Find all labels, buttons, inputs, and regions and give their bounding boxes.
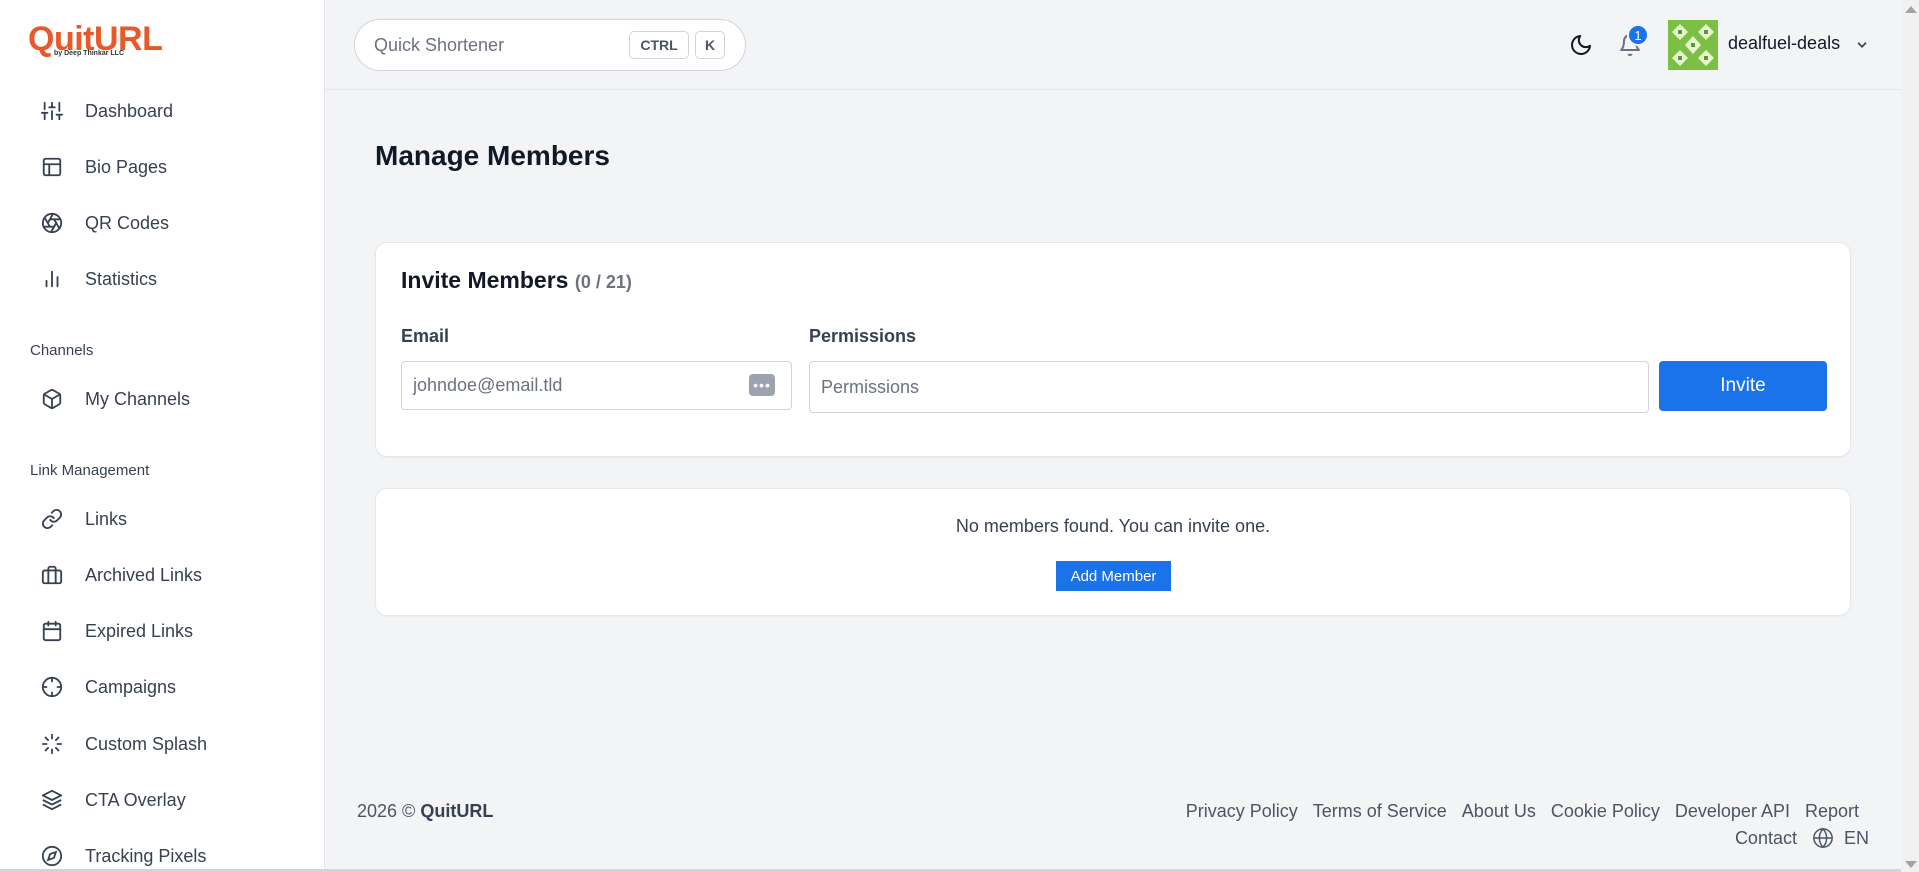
footer-link-terms[interactable]: Terms of Service [1313,801,1447,822]
scroll-down-icon[interactable] [1905,861,1917,868]
email-placeholder: johndoe@email.tld [413,375,563,395]
footer-link-about[interactable]: About Us [1462,801,1536,822]
language-selector[interactable]: EN [1844,828,1869,849]
page-title: Manage Members [375,140,610,171]
section-title-channels: Channels [30,342,94,359]
footer-link-contact[interactable]: Contact [1735,828,1797,849]
footer-link-privacy[interactable]: Privacy Policy [1186,801,1298,822]
footer-link-report[interactable]: Report [1805,801,1859,822]
members-empty-card: No members found. You can invite one. Ad… [375,488,1851,616]
invite-card-title: Invite Members (0 / 21) [401,267,632,294]
sidebar-item-label: Expired Links [85,620,194,641]
link-icon [40,507,64,531]
more-dots-icon[interactable]: ••• [749,374,775,396]
sidebar-item-my-channels[interactable]: My Channels [40,384,190,414]
sidebar-item-label: Archived Links [85,564,203,585]
sidebar-item-expired-links[interactable]: Expired Links [40,616,193,646]
kbd-k: K [695,31,725,59]
logo[interactable]: QuitURL by Deep Thinkar LLC [28,22,163,57]
sidebar-item-bio-pages[interactable]: Bio Pages [40,152,167,182]
footer-row2: Contact EN [1735,827,1869,849]
sidebar-item-links[interactable]: Links [40,504,127,534]
username[interactable]: dealfuel-deals [1728,33,1840,54]
sidebar-item-campaigns[interactable]: Campaigns [40,672,176,702]
empty-state-message: No members found. You can invite one. [955,516,1271,536]
kbd-ctrl: CTRL [629,31,689,59]
sidebar-item-tracking-pixels[interactable]: Tracking Pixels [40,841,206,871]
sidebar-item-label: Dashboard [85,100,174,121]
sidebar-item-label: Statistics [85,268,158,289]
scroll-up-icon[interactable] [1905,6,1917,13]
invite-members-card: Invite Members (0 / 21) Email johndoe@em… [375,242,1851,457]
compass-icon [40,844,64,868]
member-count: (0 / 21) [574,272,632,292]
notification-badge: 1 [1627,24,1649,46]
permissions-label: Permissions [809,326,917,346]
footer-links: Privacy Policy Terms of Service About Us… [1186,801,1859,822]
sidebar: QuitURL by Deep Thinkar LLC Dashboard Bi… [0,0,325,872]
logo-subtitle: by Deep Thinkar LLC [54,50,125,57]
invite-title-text: Invite Members [401,267,569,293]
footer-copyright: 2026 © QuitURL [357,801,493,822]
sliders-icon [40,99,64,123]
sidebar-item-archived-links[interactable]: Archived Links [40,560,202,590]
avatar[interactable] [1668,20,1718,70]
aperture-icon [40,211,64,235]
moon-icon[interactable] [1569,33,1595,59]
footer-year: 2026 © [357,801,416,821]
top-header: Quick Shortener CTRL K 1 dealfuel-deals [325,0,1901,90]
sidebar-item-label: Tracking Pixels [85,845,207,866]
sidebar-item-label: CTA Overlay [85,789,186,810]
loader-icon [40,732,64,756]
quick-shortener-placeholder: Quick Shortener [374,34,505,55]
sidebar-item-statistics[interactable]: Statistics [40,264,157,294]
invite-button[interactable]: Invite [1659,361,1827,411]
quick-shortener-input[interactable]: Quick Shortener CTRL K [354,19,746,71]
permissions-select[interactable]: Permissions [809,361,1649,413]
sidebar-item-label: Links [85,508,128,529]
sidebar-item-cta-overlay[interactable]: CTA Overlay [40,785,186,815]
vertical-scrollbar[interactable] [1901,0,1919,872]
calendar-icon [40,619,64,643]
box-icon [40,387,64,411]
bar-chart-icon [40,267,64,291]
globe-icon[interactable] [1812,827,1834,849]
briefcase-icon [40,563,64,587]
footer-link-cookie[interactable]: Cookie Policy [1551,801,1660,822]
section-title-link-management: Link Management [30,462,150,479]
email-field[interactable]: johndoe@email.tld ••• [401,361,792,410]
footer-brand[interactable]: QuitURL [420,801,493,821]
layout-icon [40,155,64,179]
email-label: Email [401,326,450,346]
sidebar-item-label: Campaigns [85,676,177,697]
add-member-button[interactable]: Add Member [1056,561,1171,591]
footer-link-developer-api[interactable]: Developer API [1675,801,1790,822]
sidebar-item-custom-splash[interactable]: Custom Splash [40,729,207,759]
sidebar-item-label: My Channels [85,388,191,409]
sidebar-item-dashboard[interactable]: Dashboard [40,96,173,126]
crosshair-icon [40,675,64,699]
sidebar-item-label: Custom Splash [85,733,208,754]
sidebar-item-label: QR Codes [85,212,170,233]
chevron-down-icon[interactable] [1855,38,1869,52]
sidebar-item-qr-codes[interactable]: QR Codes [40,208,169,238]
sidebar-item-label: Bio Pages [85,156,168,177]
layers-icon [40,788,64,812]
permissions-placeholder: Permissions [821,376,920,397]
